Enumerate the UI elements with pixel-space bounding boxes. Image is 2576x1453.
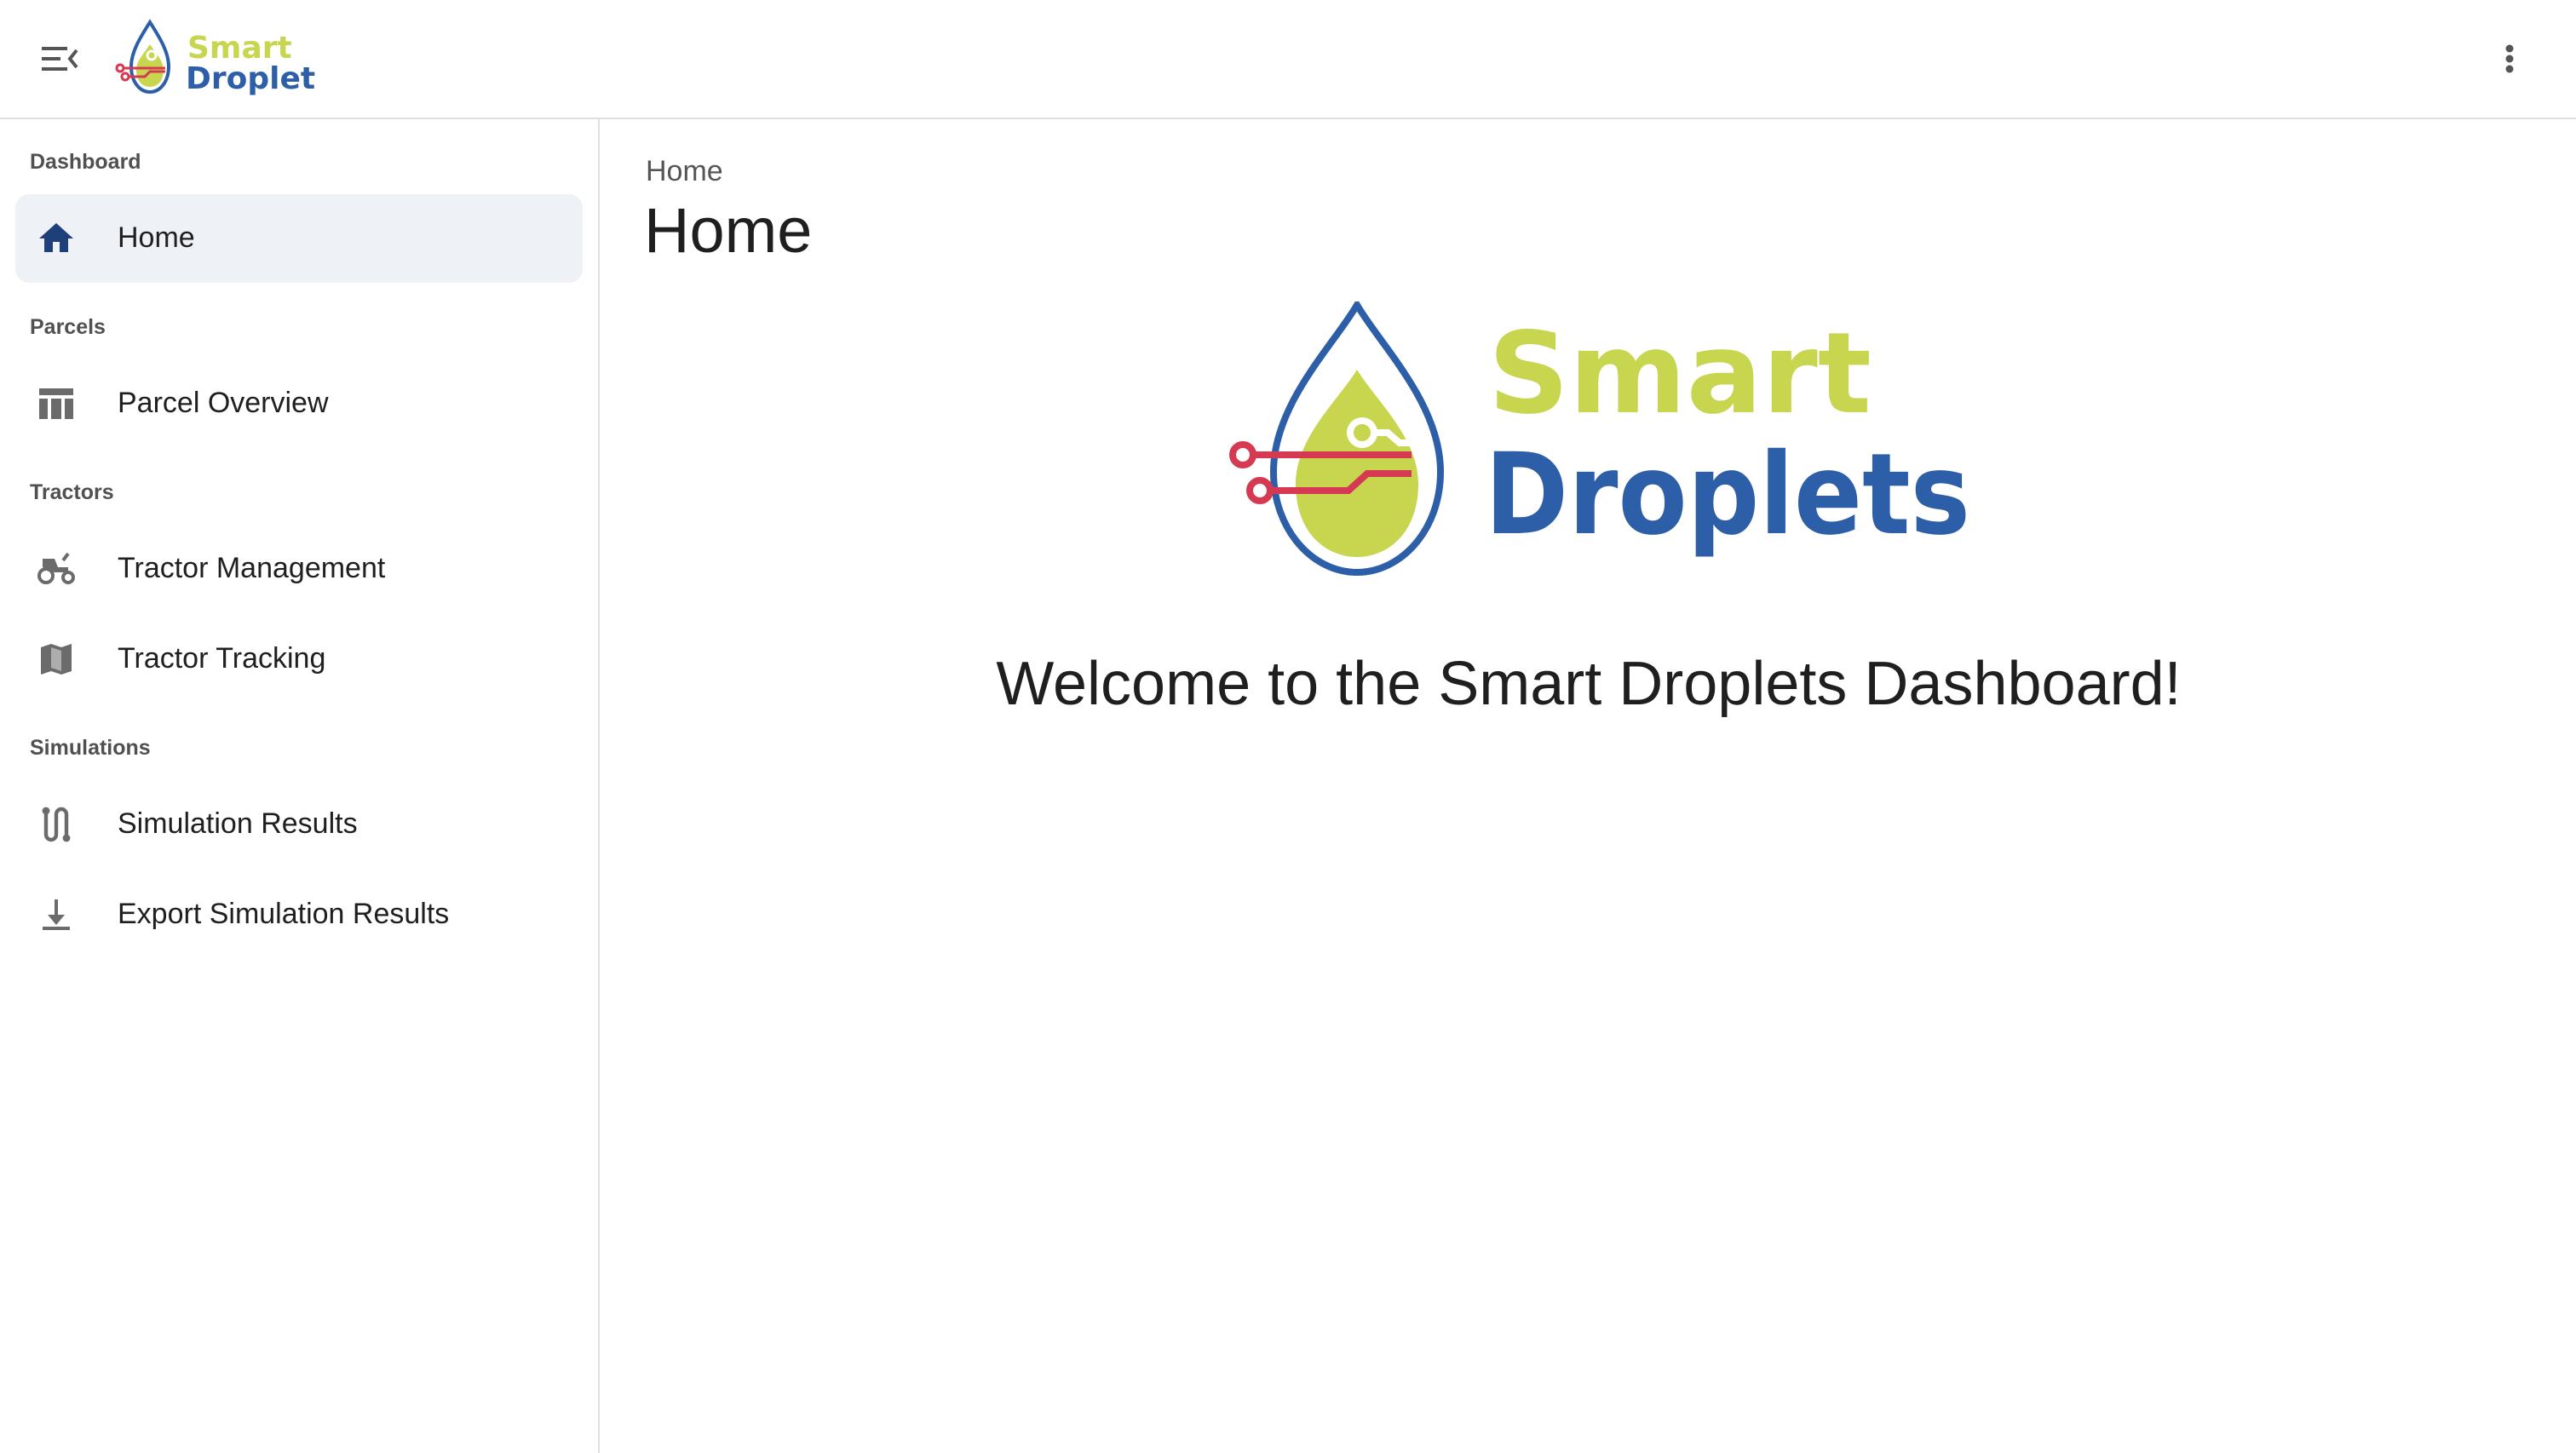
section-header-dashboard: Dashboard xyxy=(30,150,141,174)
route-icon xyxy=(42,807,71,842)
sidebar-item-parcel-overview[interactable]: Parcel Overview xyxy=(15,359,583,448)
table-icon xyxy=(39,388,73,419)
section-header-simulations: Simulations xyxy=(30,736,151,760)
sidebar-item-label: Tractor Tracking xyxy=(118,642,326,675)
top-app-bar: Smart Droplets xyxy=(0,0,2576,119)
svg-text:Smart: Smart xyxy=(187,31,292,66)
menu-toggle-button[interactable] xyxy=(34,37,83,80)
sidebar-item-label: Tractor Management xyxy=(118,552,386,584)
welcome-message: Welcome to the Smart Droplets Dashboard! xyxy=(996,650,2182,718)
tractor-icon xyxy=(37,552,75,584)
sidebar-item-tractor-tracking[interactable]: Tractor Tracking xyxy=(15,615,583,704)
download-icon xyxy=(43,899,70,930)
sidebar-item-label: Parcel Overview xyxy=(118,387,329,419)
hero-logo: Smart Droplets xyxy=(1214,298,1981,591)
sidebar-item-label: Export Simulation Results xyxy=(118,898,450,930)
svg-text:Smart: Smart xyxy=(1488,308,1872,439)
more-vert-icon xyxy=(2505,44,2514,73)
svg-text:Droplets: Droplets xyxy=(1485,429,1970,560)
app-logo[interactable]: Smart Droplets xyxy=(111,17,334,99)
sidebar-item-label: Home xyxy=(118,221,195,254)
map-icon xyxy=(41,644,72,675)
main-content: Home Home Smart Droplets Welcome to the … xyxy=(601,119,2576,1453)
sidebar-item-home[interactable]: Home xyxy=(15,194,583,283)
home-icon xyxy=(39,223,73,252)
svg-text:Droplets: Droplets xyxy=(186,61,315,96)
sidebar-item-tractor-management[interactable]: Tractor Management xyxy=(15,525,583,613)
more-options-button[interactable] xyxy=(2493,37,2527,80)
sidebar-item-simulation-results[interactable]: Simulation Results xyxy=(15,780,583,869)
sidebar-nav: Dashboard Home Parcels Parcel Overview T… xyxy=(0,119,600,1453)
section-header-tractors: Tractors xyxy=(30,480,114,504)
menu-collapse-icon xyxy=(42,47,78,71)
section-header-parcels: Parcels xyxy=(30,315,106,339)
sidebar-item-label: Simulation Results xyxy=(118,807,358,840)
breadcrumb[interactable]: Home xyxy=(646,155,723,188)
page-title: Home xyxy=(644,195,813,266)
sidebar-item-export-simulation-results[interactable]: Export Simulation Results xyxy=(15,870,583,959)
